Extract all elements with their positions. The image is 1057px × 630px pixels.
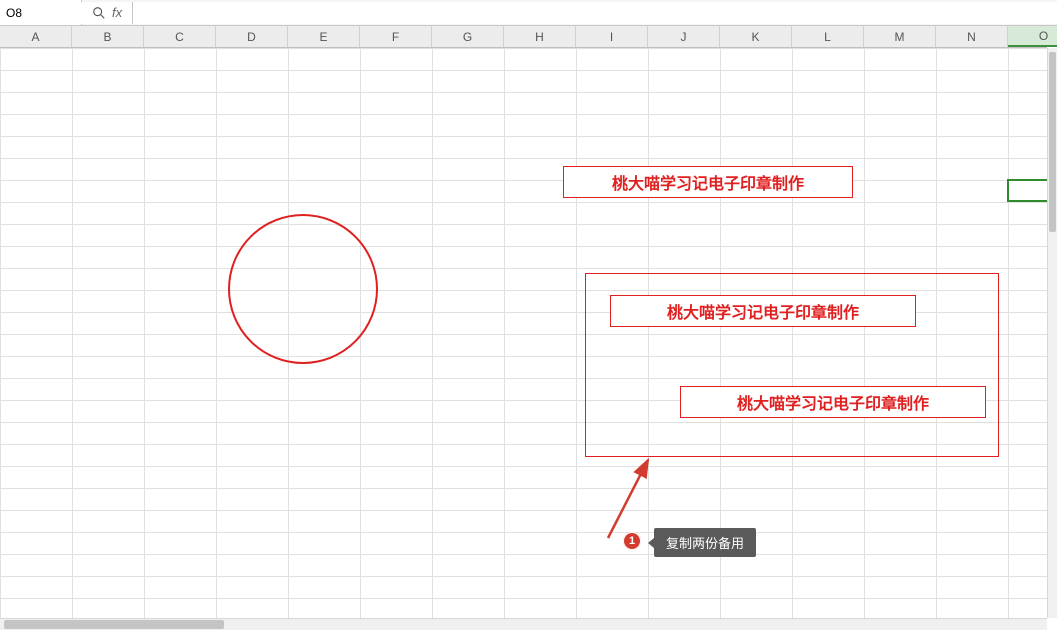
seal-textbox-1-text: 桃大喵学习记电子印章制作 — [612, 170, 804, 194]
seal-textbox-2-text: 桃大喵学习记电子印章制作 — [667, 299, 859, 323]
column-header-D[interactable]: D — [216, 26, 288, 47]
horizontal-scrollbar[interactable] — [0, 618, 1047, 630]
grid-body[interactable]: 桃大喵学习记电子印章制作 桃大喵学习记电子印章制作 桃大喵学习记电子印章制作 1… — [0, 48, 1047, 618]
sheet-area: ABCDEFGHIJKLMNO 桃大喵学习记电子印章制作 桃大喵学习记电子印章制… — [0, 26, 1057, 630]
annotation-tooltip: 复制两份备用 — [654, 528, 756, 557]
seal-textbox-1[interactable]: 桃大喵学习记电子印章制作 — [563, 166, 853, 198]
vertical-scrollbar-thumb[interactable] — [1049, 52, 1056, 232]
column-header-H[interactable]: H — [504, 26, 576, 47]
column-header-L[interactable]: L — [792, 26, 864, 47]
column-header-B[interactable]: B — [72, 26, 144, 47]
formula-input[interactable] — [132, 2, 1057, 24]
annotation-tooltip-text: 复制两份备用 — [666, 533, 744, 552]
column-header-A[interactable]: A — [0, 26, 72, 47]
seal-textbox-3-text: 桃大喵学习记电子印章制作 — [737, 390, 929, 414]
column-header-J[interactable]: J — [648, 26, 720, 47]
zoom-icon[interactable] — [92, 6, 106, 20]
column-headers: ABCDEFGHIJKLMNO — [0, 26, 1047, 48]
annotation-step-badge: 1 — [623, 532, 641, 550]
column-header-E[interactable]: E — [288, 26, 360, 47]
column-header-G[interactable]: G — [432, 26, 504, 47]
column-header-C[interactable]: C — [144, 26, 216, 47]
column-header-K[interactable]: K — [720, 26, 792, 47]
seal-circle-shape[interactable] — [228, 214, 378, 364]
fx-label[interactable]: fx — [112, 5, 122, 20]
column-header-F[interactable]: F — [360, 26, 432, 47]
column-header-O[interactable]: O — [1008, 26, 1057, 47]
name-box-wrap: ▾ — [0, 0, 82, 25]
formula-bar: ▾ fx — [0, 0, 1057, 26]
vertical-scrollbar[interactable] — [1047, 48, 1057, 618]
seal-textbox-3[interactable]: 桃大喵学习记电子印章制作 — [680, 386, 986, 418]
seal-textbox-2[interactable]: 桃大喵学习记电子印章制作 — [610, 295, 916, 327]
horizontal-scrollbar-thumb[interactable] — [4, 620, 224, 629]
column-header-M[interactable]: M — [864, 26, 936, 47]
column-header-I[interactable]: I — [576, 26, 648, 47]
column-header-N[interactable]: N — [936, 26, 1008, 47]
annotation-step-number: 1 — [629, 535, 635, 547]
fx-area: fx — [82, 5, 132, 20]
